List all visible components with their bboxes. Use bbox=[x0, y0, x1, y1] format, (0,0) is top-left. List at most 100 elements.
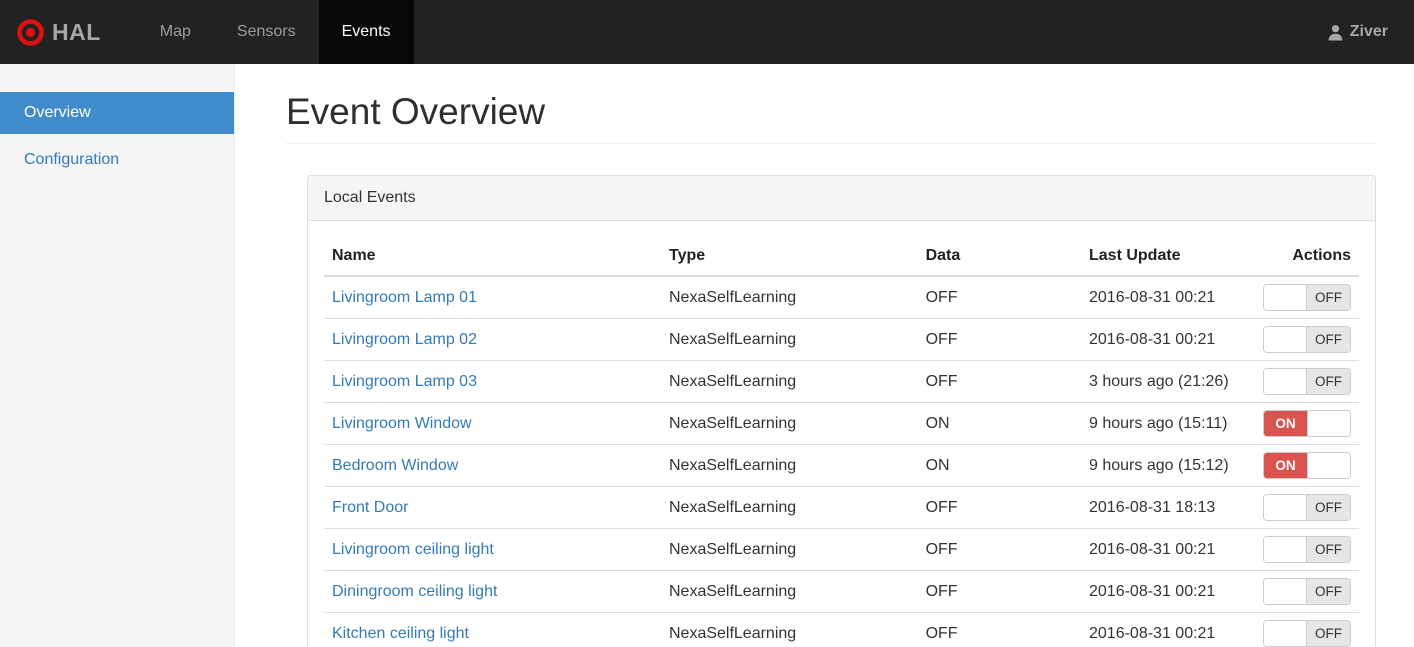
navbar-links: Map Sensors Events bbox=[137, 0, 414, 64]
table-row: Livingroom Lamp 01 NexaSelfLearning OFF 201… bbox=[324, 276, 1359, 319]
event-name-link[interactable]: Livingroom ceiling light bbox=[332, 541, 494, 558]
toggle-state-label: OFF bbox=[1307, 621, 1350, 646]
event-name-link[interactable]: Kitchen ceiling light bbox=[332, 625, 469, 642]
event-type: NexaSelfLearning bbox=[660, 444, 918, 487]
toggle-state-label: OFF bbox=[1307, 369, 1350, 394]
event-last-update: 2016-08-31 00:21 bbox=[1081, 528, 1255, 571]
event-actions-cell: OFF bbox=[1255, 276, 1359, 319]
toggle-handle bbox=[1264, 327, 1307, 352]
nav-item-map[interactable]: Map bbox=[137, 0, 214, 64]
event-type: NexaSelfLearning bbox=[668, 288, 797, 306]
table-header-row: Name Type Data Last Update Actions bbox=[324, 236, 1359, 277]
column-header-actions: Actions bbox=[1254, 236, 1359, 277]
event-actions-cell: ON bbox=[1254, 444, 1359, 487]
event-type: NexaSelfLearning bbox=[660, 528, 918, 571]
toggle-state-label: ON bbox=[1264, 453, 1307, 478]
event-type: NexaSelfLearning bbox=[660, 612, 918, 647]
event-actions-cell: OFF bbox=[1254, 360, 1359, 403]
toggle-state-label: OFF bbox=[1307, 327, 1350, 352]
table-row: Livingroom Lamp 02 NexaSelfLearning OFF 201… bbox=[324, 318, 1359, 361]
events-table: Name Type Data Last Update Actions Livin… bbox=[324, 236, 1359, 647]
event-last-update: 2016-08-31 00:21 bbox=[1089, 288, 1216, 306]
action-toggle-switch[interactable]: OFF bbox=[1263, 494, 1351, 521]
toggle-handle bbox=[1264, 495, 1307, 520]
toggle-state-label: OFF bbox=[1307, 495, 1350, 520]
event-name-link[interactable]: Livingroom Lamp 02 bbox=[332, 331, 477, 348]
event-type: NexaSelfLearning bbox=[660, 402, 918, 445]
nav-item-sensors[interactable]: Sensors bbox=[214, 0, 319, 64]
toggle-handle bbox=[1264, 621, 1307, 646]
table-row: Diningroom ceiling light NexaSelfLearning… bbox=[324, 570, 1359, 613]
event-last-update: 2016-08-31 00:21 bbox=[1081, 318, 1255, 361]
column-header-type: Type bbox=[660, 236, 918, 277]
nav-item-events[interactable]: Events bbox=[318, 0, 414, 64]
action-toggle-switch[interactable]: OFF bbox=[1263, 620, 1351, 647]
event-last-update: 3 hours ago (21:26) bbox=[1081, 360, 1255, 403]
action-toggle-switch[interactable]: OFF bbox=[1263, 284, 1351, 311]
local-events-panel: Local Events Name Type Data Last Update bbox=[307, 175, 1376, 647]
toggle-handle bbox=[1264, 579, 1307, 604]
person-icon bbox=[1328, 24, 1343, 40]
table-row: Livingroom Lamp 03 NexaSelfLearning OFF 3 h… bbox=[324, 360, 1359, 403]
table-row: Kitchen ceiling light NexaSelfLearning OFF… bbox=[324, 612, 1359, 647]
action-toggle-switch[interactable]: ON bbox=[1263, 410, 1351, 437]
event-last-update: 9 hours ago (15:11) bbox=[1081, 402, 1255, 445]
page-title: Event Overview bbox=[286, 91, 546, 132]
event-name-link[interactable]: Livingroom Window bbox=[332, 415, 472, 432]
user-name: Ziver bbox=[1349, 23, 1388, 40]
toggle-state-label: ON bbox=[1264, 411, 1307, 436]
event-actions-cell: OFF bbox=[1254, 318, 1359, 361]
bullseye-logo-icon bbox=[17, 18, 44, 46]
event-type: NexaSelfLearning bbox=[660, 318, 918, 361]
event-data: ON bbox=[917, 402, 1081, 445]
event-name-link[interactable]: Bedroom Window bbox=[332, 457, 458, 474]
event-data: ON bbox=[917, 444, 1081, 487]
event-type: NexaSelfLearning bbox=[660, 486, 918, 529]
event-last-update: 2016-08-31 00:21 bbox=[1081, 570, 1255, 613]
event-data: OFF bbox=[917, 318, 1081, 361]
event-data: OFF bbox=[917, 570, 1081, 613]
main-content: Event Overview Local Events Name Type Da… bbox=[235, 64, 1414, 647]
event-data: OFF bbox=[917, 528, 1081, 571]
event-actions-cell: OFF bbox=[1254, 570, 1359, 613]
toggle-state-label: OFF bbox=[1307, 285, 1350, 310]
sidebar-item-configuration[interactable]: Configuration bbox=[0, 139, 234, 181]
event-last-update: 2016-08-31 18:13 bbox=[1081, 486, 1255, 529]
event-data: OFF bbox=[925, 288, 958, 306]
action-toggle-switch[interactable]: OFF bbox=[1263, 578, 1351, 605]
toggle-handle bbox=[1307, 453, 1350, 478]
event-name-link[interactable]: Diningroom ceiling light bbox=[332, 583, 497, 600]
event-actions-cell: OFF bbox=[1254, 486, 1359, 529]
top-navbar: HAL Map Sensors Events Ziver bbox=[0, 0, 1414, 64]
event-last-update: 2016-08-31 00:21 bbox=[1081, 612, 1255, 647]
event-type: NexaSelfLearning bbox=[660, 570, 918, 613]
table-row: Livingroom Window NexaSelfLearning ON 9 hou… bbox=[324, 402, 1359, 445]
event-type: NexaSelfLearning bbox=[660, 360, 918, 403]
action-toggle-switch[interactable]: ON bbox=[1263, 452, 1351, 479]
sidebar-item-overview[interactable]: Overview bbox=[0, 92, 234, 134]
panel-title: Local Events bbox=[308, 176, 1375, 221]
sidebar: Overview Configuration bbox=[0, 64, 235, 647]
table-row: Bedroom Window NexaSelfLearning ON 9 hours … bbox=[324, 444, 1359, 487]
event-data: OFF bbox=[917, 612, 1081, 647]
user-menu[interactable]: Ziver bbox=[1327, 0, 1414, 64]
toggle-handle bbox=[1264, 285, 1307, 310]
action-toggle-switch[interactable]: OFF bbox=[1263, 368, 1351, 395]
event-name-link[interactable]: Livingroom Lamp 03 bbox=[332, 373, 477, 390]
toggle-handle bbox=[1307, 411, 1350, 436]
event-actions-cell: OFF bbox=[1254, 528, 1359, 571]
brand[interactable]: HAL bbox=[0, 0, 119, 64]
event-name-link[interactable]: Livingroom Lamp 01 bbox=[332, 289, 477, 306]
event-data: OFF bbox=[917, 486, 1081, 529]
event-name-link[interactable]: Front Door bbox=[332, 499, 408, 516]
toggle-state-label: OFF bbox=[1307, 537, 1350, 562]
page-header-divider bbox=[286, 143, 1377, 144]
toggle-handle bbox=[1264, 369, 1307, 394]
event-actions-cell: OFF bbox=[1254, 612, 1359, 647]
action-toggle-switch[interactable]: OFF bbox=[1263, 326, 1351, 353]
column-header-last-update: Last Update bbox=[1081, 236, 1255, 277]
table-row: Livingroom ceiling light NexaSelfLearning… bbox=[324, 528, 1359, 571]
action-toggle-switch[interactable]: OFF bbox=[1263, 536, 1351, 563]
events-table-body: Livingroom Lamp 01 NexaSelfLearning OFF 201… bbox=[324, 276, 1359, 647]
event-last-update: 9 hours ago (15:12) bbox=[1081, 444, 1255, 487]
